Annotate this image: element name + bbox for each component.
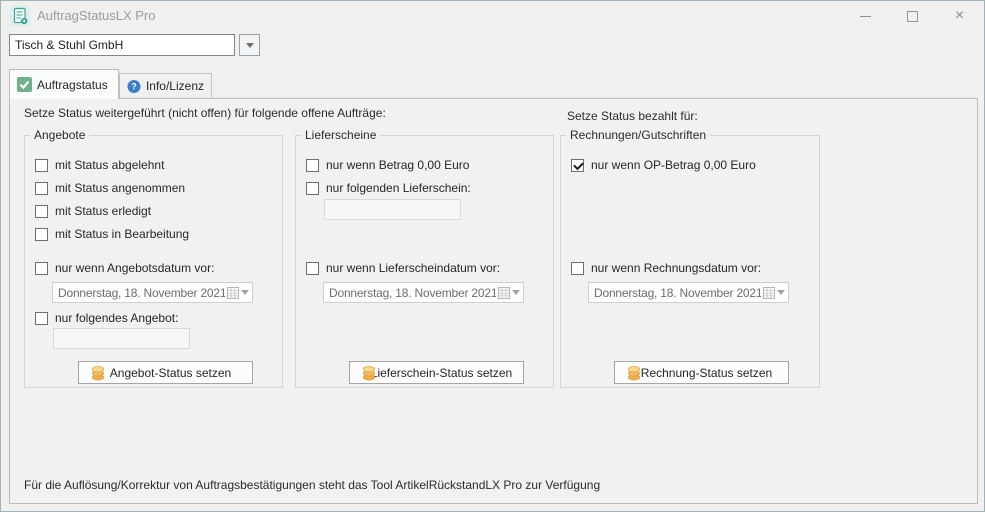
tab-auftragstatus[interactable]: Auftragstatus: [9, 69, 119, 99]
checkbox-label: nur wenn Rechnungsdatum vor:: [591, 261, 761, 275]
lieferschein-status-setzen-button[interactable]: Lieferschein-Status setzen: [349, 361, 524, 384]
date-value: Donnerstag, 18. November 2021: [329, 286, 496, 300]
close-icon: ×: [955, 8, 964, 24]
checkbox-row-status-abgelehnt[interactable]: mit Status abgelehnt: [35, 158, 164, 172]
close-button[interactable]: ×: [936, 1, 983, 31]
checkbox-label: nur folgenden Lieferschein:: [326, 181, 471, 195]
app-icon: [10, 6, 30, 26]
checkbox-label: nur folgendes Angebot:: [55, 311, 178, 325]
svg-text:?: ?: [131, 81, 136, 91]
coins-icon: [626, 365, 642, 381]
intro-open-orders-label: Setze Status weitergeführt (nicht offen)…: [24, 106, 386, 120]
group-title: Rechnungen/Gutschriften: [566, 128, 710, 142]
company-combobox-dropdown-button[interactable]: [239, 34, 260, 56]
company-combobox-value[interactable]: Tisch & Stuhl GmbH: [9, 34, 235, 56]
tab-label: Info/Lizenz: [146, 79, 204, 93]
checkbox-row-angebotsdatum-vor[interactable]: nur wenn Angebotsdatum vor:: [35, 261, 214, 275]
checkbox[interactable]: [306, 159, 319, 172]
date-value: Donnerstag, 18. November 2021: [58, 286, 225, 300]
coins-icon: [361, 365, 377, 381]
checkmark-icon: [17, 77, 32, 92]
minimize-icon: [860, 16, 871, 17]
checkbox-row-rechnungsdatum-vor[interactable]: nur wenn Rechnungsdatum vor:: [571, 261, 761, 275]
group-title: Lieferscheine: [301, 128, 380, 142]
lieferschein-date-picker[interactable]: Donnerstag, 18. November 2021: [323, 282, 524, 303]
footer-hint-label: Für die Auflösung/Korrektur von Auftrags…: [24, 478, 600, 492]
checkbox-label: nur wenn Angebotsdatum vor:: [55, 261, 214, 275]
coins-icon: [90, 365, 106, 381]
checkbox[interactable]: [35, 159, 48, 172]
checkbox[interactable]: [571, 262, 584, 275]
checkbox-row-lieferscheindatum-vor[interactable]: nur wenn Lieferscheindatum vor:: [306, 261, 500, 275]
checkbox[interactable]: [306, 262, 319, 275]
checkbox-label: mit Status abgelehnt: [55, 158, 164, 172]
checkbox-row-status-angenommen[interactable]: mit Status angenommen: [35, 181, 185, 195]
maximize-button[interactable]: [889, 1, 936, 31]
question-mark-icon: ?: [127, 79, 141, 94]
angebot-number-input[interactable]: [53, 328, 190, 349]
calendar-icon: [498, 287, 510, 299]
checkbox-row-betrag-null[interactable]: nur wenn Betrag 0,00 Euro: [306, 158, 469, 172]
group-title: Angebote: [30, 128, 89, 142]
window-title: AuftragStatusLX Pro: [37, 8, 156, 23]
rechnung-date-picker[interactable]: Donnerstag, 18. November 2021: [588, 282, 789, 303]
title-bar: AuftragStatusLX Pro ×: [1, 1, 984, 31]
rechnung-status-setzen-button[interactable]: Rechnung-Status setzen: [614, 361, 789, 384]
group-angebote: Angebote mit Status abgelehnt mit Status…: [24, 135, 283, 388]
checkbox[interactable]: [35, 182, 48, 195]
chevron-down-icon[interactable]: [512, 290, 520, 295]
checkbox-label: mit Status erledigt: [55, 204, 151, 218]
checkbox[interactable]: [35, 228, 48, 241]
lieferschein-number-input[interactable]: [324, 199, 461, 220]
checkbox[interactable]: [35, 262, 48, 275]
chevron-down-icon: [246, 43, 254, 48]
group-lieferscheine: Lieferscheine nur wenn Betrag 0,00 Euro …: [295, 135, 554, 388]
tab-label: Auftragstatus: [37, 78, 108, 92]
checkbox-label: nur wenn OP-Betrag 0,00 Euro: [591, 158, 756, 172]
intro-paid-status-label: Setze Status bezahlt für:: [567, 109, 698, 123]
checkbox-label: mit Status angenommen: [55, 181, 185, 195]
checkbox-row-status-in-bearbeitung[interactable]: mit Status in Bearbeitung: [35, 227, 189, 241]
calendar-icon: [763, 287, 775, 299]
checkbox-row-folgendes-angebot[interactable]: nur folgendes Angebot:: [35, 311, 178, 325]
minimize-button[interactable]: [842, 1, 889, 31]
auftragstatus-tab-page: Setze Status weitergeführt (nicht offen)…: [9, 98, 978, 504]
checkbox[interactable]: [306, 182, 319, 195]
checkbox-row-status-erledigt[interactable]: mit Status erledigt: [35, 204, 151, 218]
app-window: AuftragStatusLX Pro × Tisch & Stuhl GmbH…: [0, 0, 985, 512]
window-controls: ×: [842, 1, 983, 31]
group-rechnungen-gutschriften: Rechnungen/Gutschriften nur wenn OP-Betr…: [560, 135, 820, 388]
checkbox-row-op-betrag-null[interactable]: nur wenn OP-Betrag 0,00 Euro: [571, 158, 756, 172]
chevron-down-icon[interactable]: [777, 290, 785, 295]
maximize-icon: [907, 11, 918, 22]
checkbox-row-folgenden-lieferschein[interactable]: nur folgenden Lieferschein:: [306, 181, 471, 195]
checkbox-label: nur wenn Betrag 0,00 Euro: [326, 158, 469, 172]
angebot-date-picker[interactable]: Donnerstag, 18. November 2021: [52, 282, 253, 303]
tab-info-lizenz[interactable]: ? Info/Lizenz: [119, 73, 212, 98]
date-value: Donnerstag, 18. November 2021: [594, 286, 761, 300]
checkbox-label: mit Status in Bearbeitung: [55, 227, 189, 241]
chevron-down-icon[interactable]: [241, 290, 249, 295]
checkbox-label: nur wenn Lieferscheindatum vor:: [326, 261, 500, 275]
calendar-icon: [227, 287, 239, 299]
checkbox[interactable]: [35, 312, 48, 325]
angebot-status-setzen-button[interactable]: Angebot-Status setzen: [78, 361, 253, 384]
checkbox[interactable]: [35, 205, 48, 218]
checkbox[interactable]: [571, 159, 584, 172]
company-combobox: Tisch & Stuhl GmbH: [9, 34, 261, 56]
